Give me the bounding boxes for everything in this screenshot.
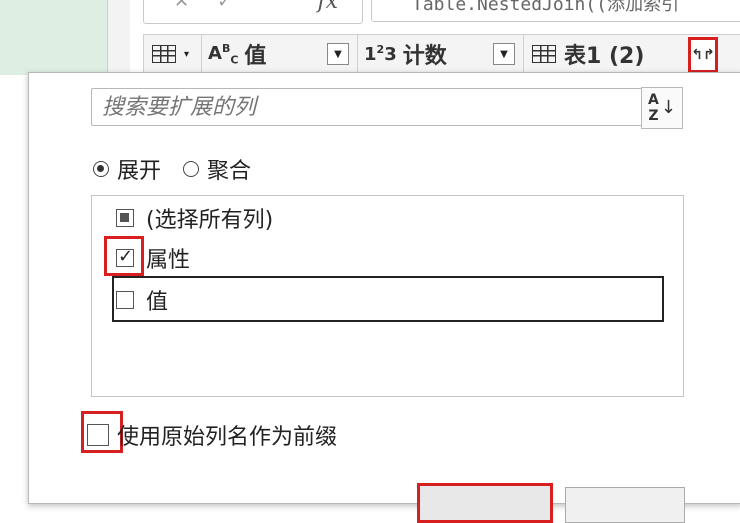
mode-radio-group: 展开 聚合 xyxy=(93,153,251,185)
aggregate-radio-label[interactable]: 聚合 xyxy=(207,153,251,185)
value-checkbox[interactable] xyxy=(116,291,134,309)
search-columns-input[interactable] xyxy=(91,88,656,126)
column-header-count[interactable]: 123 计数 ▼ xyxy=(358,35,524,73)
number-type-icon[interactable]: 123 xyxy=(364,43,397,65)
query-pane-background xyxy=(0,0,107,75)
sort-arrow-icon: ↓ xyxy=(660,97,676,118)
expand-column-popup: A Z ↓ 展开 聚合 (选择所有列) 属性 值 使用原始列名作为前缀 xyxy=(28,72,740,523)
column-label: 计数 xyxy=(402,44,447,69)
list-item-label: (选择所有列) xyxy=(146,208,274,233)
fx-icon[interactable]: fx xyxy=(317,0,338,14)
highlight-box xyxy=(104,236,144,276)
pane-separator xyxy=(107,0,130,75)
text-type-icon[interactable]: ABC xyxy=(208,42,238,67)
column-header-value[interactable]: ABC 值 ▼ xyxy=(202,35,358,73)
ok-button[interactable] xyxy=(417,483,553,523)
select-all-checkbox[interactable] xyxy=(116,209,134,227)
cancel-button[interactable] xyxy=(565,487,685,523)
cancel-confirm-icons[interactable]: ✕✓ xyxy=(174,0,260,12)
list-item-label: 属性 xyxy=(146,248,191,273)
prefix-checkbox[interactable] xyxy=(87,424,109,446)
aggregate-radio[interactable] xyxy=(183,161,200,177)
column-header-row: ▾ ABC 值 ▼ 123 计数 ▼ 表1 (2) xyxy=(143,34,740,74)
filter-dropdown-button[interactable]: ▼ xyxy=(327,43,349,65)
expand-arrows-icon: ↰↱ xyxy=(691,47,715,63)
expand-radio[interactable] xyxy=(93,161,109,177)
list-item-select-all[interactable]: (选择所有列) xyxy=(116,202,273,234)
table-type-icon xyxy=(532,45,556,63)
column-label: 值 xyxy=(244,44,267,69)
expand-radio-label[interactable]: 展开 xyxy=(117,153,161,185)
table-menu-icon[interactable] xyxy=(152,45,176,63)
column-label: 表1 (2) xyxy=(564,44,645,69)
prefix-checkbox-label: 使用原始列名作为前缀 xyxy=(117,425,338,450)
list-item-value[interactable]: 值 xyxy=(116,284,168,316)
chevron-down-icon[interactable]: ▾ xyxy=(184,49,189,60)
sort-az-button[interactable]: A Z ↓ xyxy=(641,87,683,129)
list-item-label: 值 xyxy=(146,290,169,315)
formula-controls: ✕✓ fx xyxy=(143,0,363,24)
expand-column-button[interactable]: ↰↱ xyxy=(688,37,718,73)
column-header-table[interactable]: 表1 (2) xyxy=(524,35,694,73)
column-list[interactable]: (选择所有列) 属性 值 xyxy=(91,195,684,397)
prefix-option[interactable]: 使用原始列名作为前缀 xyxy=(87,419,337,451)
focused-row-outline xyxy=(112,276,664,322)
row-selector[interactable]: ▾ xyxy=(144,35,202,73)
filter-dropdown-button[interactable]: ▼ xyxy=(493,43,515,65)
sort-az-icon: A Z xyxy=(648,92,659,124)
formula-input[interactable]: Table.NestedJoin((添加索引 xyxy=(371,0,740,22)
